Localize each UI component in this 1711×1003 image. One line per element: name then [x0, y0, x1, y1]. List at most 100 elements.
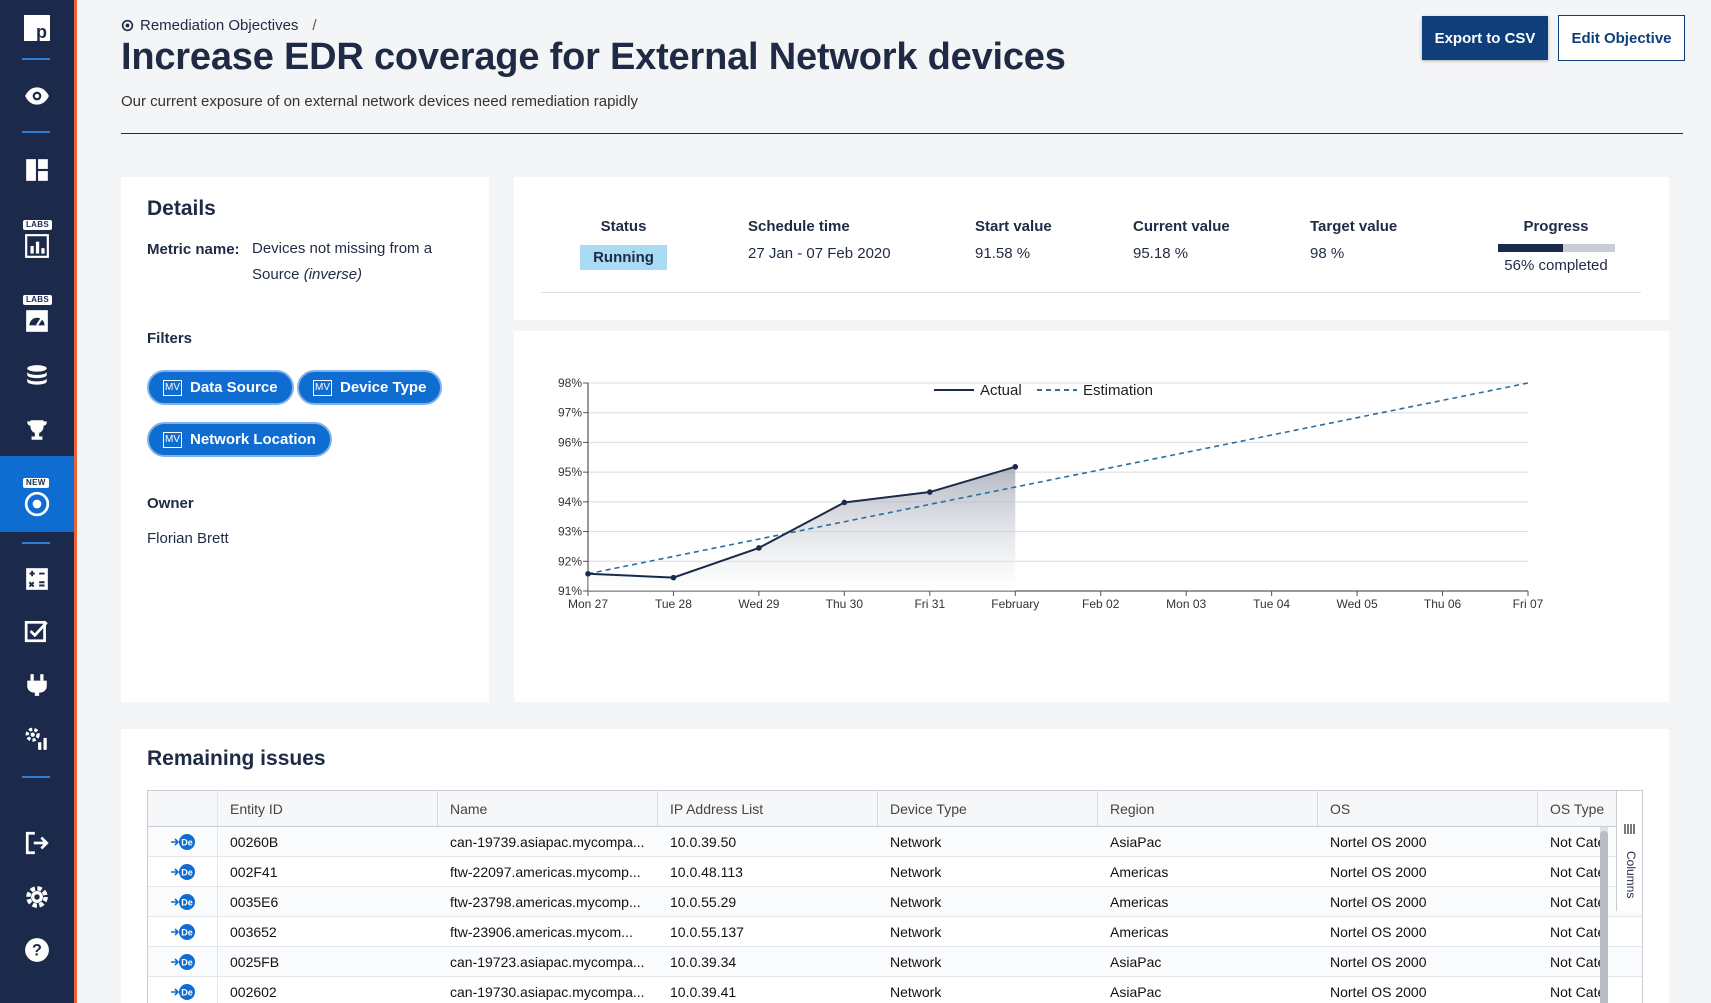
- sidebar-item-data[interactable]: [0, 350, 74, 402]
- stat-schedule: Schedule time 27 Jan - 07 Feb 2020: [748, 218, 891, 262]
- table-row[interactable]: De 0025FB can-19723.asiapac.mycompa... 10.0…: [148, 947, 1642, 977]
- plug-icon: [27, 674, 47, 696]
- logo[interactable]: p: [0, 2, 74, 54]
- sidebar-item-graphs[interactable]: LABS: [0, 289, 74, 341]
- sidebar-item-calculator[interactable]: [0, 553, 74, 605]
- help-icon: ?: [25, 938, 49, 962]
- device-entity-icon[interactable]: De: [170, 863, 196, 881]
- progress-bar-fill: [1497, 244, 1564, 252]
- cell-ip-address: 10.0.55.137: [670, 923, 744, 940]
- details-card: Details Metric name: Devices not missing…: [121, 177, 489, 702]
- stat-start-label: Start value: [975, 218, 1052, 235]
- stat-start: Start value 91.58 %: [975, 218, 1052, 262]
- column-header-os-type[interactable]: OS Type: [1538, 791, 1614, 826]
- progress-chart: 91% 92% 93% 94% 95% 96% 97% 98% Mon 27 Tue 28 Wed …: [558, 376, 1544, 611]
- column-header-name[interactable]: Name: [438, 791, 658, 826]
- table-row[interactable]: De 00260B can-19739.asiapac.mycompa... 10.0…: [148, 827, 1642, 857]
- database-icon: [27, 365, 47, 385]
- stat-target: Target value 98 %: [1310, 218, 1397, 262]
- stat-current: Current value 95.18 %: [1133, 218, 1230, 262]
- labs-badge: LABS: [23, 220, 52, 230]
- sidebar-item-integrations[interactable]: [0, 659, 74, 711]
- sidebar-item-tasks[interactable]: [0, 605, 74, 657]
- calculator-icon: [26, 568, 48, 590]
- y-tick-label: 95%: [558, 465, 582, 479]
- y-tick-label: 96%: [558, 435, 582, 449]
- actual-point: [670, 574, 677, 581]
- owner-name: Florian Brett: [147, 530, 229, 547]
- table-row[interactable]: De 003652 ftw-23906.americas.mycom... 10.0.…: [148, 917, 1642, 947]
- table-row[interactable]: De 002F41 ftw-22097.americas.mycomp... 10.0…: [148, 857, 1642, 887]
- cell-os: Nortel OS 2000: [1330, 923, 1427, 940]
- header-icon-cell: [148, 791, 218, 826]
- sidebar-item-logout[interactable]: [0, 817, 74, 869]
- breadcrumb-link[interactable]: Remediation Objectives: [140, 17, 298, 34]
- table-header: Entity ID Name IP Address List Device Ty…: [148, 791, 1642, 827]
- eye-icon: [25, 87, 49, 105]
- table-row[interactable]: De 002602 can-19730.asiapac.mycompa... 10.0…: [148, 977, 1642, 1003]
- metric-name-label: Metric name:: [147, 241, 240, 258]
- sidebar-item-dashboards[interactable]: [0, 144, 74, 196]
- cell-region: AsiaPac: [1110, 983, 1162, 1000]
- page-title: Increase EDR coverage for External Netwo…: [121, 36, 1066, 78]
- sidebar-item-settings-analytics[interactable]: [0, 713, 74, 765]
- columns-panel-toggle[interactable]: Columns: [1616, 791, 1642, 911]
- y-tick-label: 92%: [558, 554, 582, 568]
- cell-os: Nortel OS 2000: [1330, 833, 1427, 850]
- filter-chip-device-type[interactable]: MV Device Type: [297, 370, 443, 405]
- cell-entity-id: 0035E6: [230, 893, 279, 910]
- device-entity-icon[interactable]: De: [170, 953, 196, 971]
- cell-entity-id: 002602: [230, 983, 277, 1000]
- stat-target-label: Target value: [1310, 218, 1398, 235]
- sidebar-item-visibility[interactable]: [0, 70, 74, 122]
- cell-region: Americas: [1110, 893, 1169, 910]
- sidebar-item-achievements[interactable]: [0, 404, 74, 456]
- progress-bar: [1497, 244, 1615, 252]
- dashboard-icon: [26, 159, 48, 181]
- cell-name: ftw-23798.americas.mycomp...: [450, 893, 641, 910]
- row-icon-cell: De: [148, 977, 218, 1003]
- column-header-region[interactable]: Region: [1098, 791, 1318, 826]
- legend-estimation-label: Estimation: [1083, 382, 1153, 399]
- device-entity-icon[interactable]: De: [170, 833, 196, 851]
- metric-name-value: Devices not missing from a Source (inver…: [252, 240, 433, 283]
- svg-text:De: De: [181, 987, 193, 997]
- export-csv-button[interactable]: Export to CSV: [1422, 16, 1548, 60]
- sidebar-item-objectives[interactable]: NEW: [0, 456, 74, 532]
- details-heading: Details: [147, 197, 216, 220]
- cell-device-type: Network: [890, 953, 942, 970]
- column-header-entity-id[interactable]: Entity ID: [218, 791, 438, 826]
- cell-device-type: Network: [890, 893, 942, 910]
- device-entity-icon[interactable]: De: [170, 893, 196, 911]
- stats-card: Status Running Schedule time 27 Jan - 07…: [514, 177, 1669, 320]
- target-icon: [24, 491, 50, 517]
- cell-os: Nortel OS 2000: [1330, 953, 1427, 970]
- scrollbar-thumb[interactable]: [1600, 831, 1608, 1003]
- new-badge: NEW: [23, 478, 49, 488]
- device-entity-icon[interactable]: De: [170, 923, 196, 941]
- x-tick-label: February: [991, 597, 1039, 611]
- sidebar-item-help[interactable]: ?: [0, 924, 74, 976]
- actual-point: [585, 570, 591, 577]
- column-header-ip[interactable]: IP Address List: [658, 791, 878, 826]
- cell-ip-address: 10.0.39.50: [670, 833, 737, 850]
- gauge-icon: [26, 310, 48, 332]
- table-scrollbar[interactable]: [1600, 827, 1608, 1003]
- sidebar-item-reports[interactable]: LABS: [0, 214, 74, 266]
- column-header-os[interactable]: OS: [1318, 791, 1538, 826]
- actual-point: [756, 545, 762, 551]
- column-header-device-type[interactable]: Device Type: [878, 791, 1098, 826]
- y-tick-label: 97%: [558, 406, 582, 420]
- filter-chip-data-source[interactable]: MV Data Source: [147, 370, 294, 405]
- device-entity-icon[interactable]: De: [170, 983, 196, 1001]
- multi-value-icon: MV: [163, 379, 182, 396]
- cell-os: Nortel OS 2000: [1330, 983, 1427, 1000]
- checkbox-icon: [24, 620, 48, 643]
- row-icon-cell: De: [148, 917, 218, 946]
- edit-objective-button[interactable]: Edit Objective: [1558, 15, 1685, 61]
- table-row[interactable]: De 0035E6 ftw-23798.americas.mycomp... 10.0…: [148, 887, 1642, 917]
- filter-chip-network-location[interactable]: MV Network Location: [147, 422, 332, 457]
- cell-entity-id: 003652: [230, 923, 277, 940]
- cell-device-type: Network: [890, 923, 942, 940]
- sidebar-item-settings[interactable]: [0, 871, 74, 923]
